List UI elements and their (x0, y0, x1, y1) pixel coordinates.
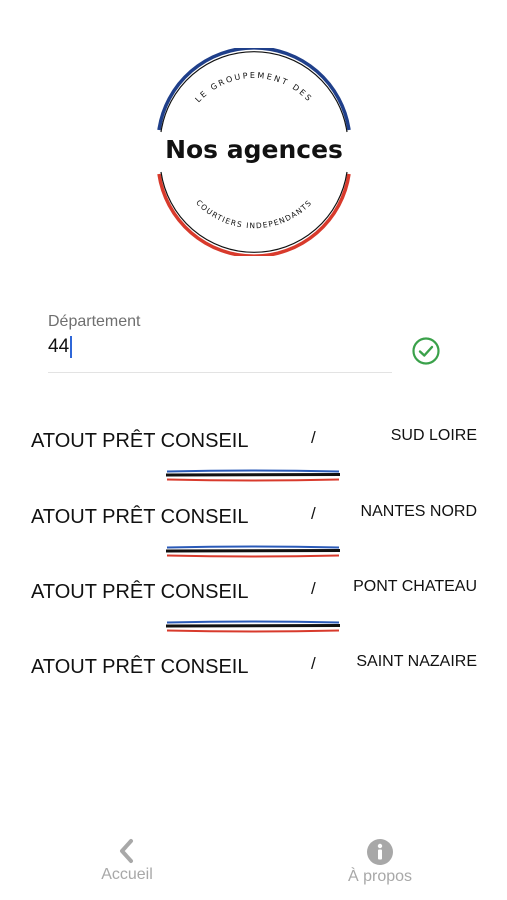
about-tab-button[interactable]: À propos (320, 838, 440, 886)
text-caret (70, 336, 73, 358)
agency-row-saint-nazaire[interactable]: ATOUT PRÊT CONSEIL / SAINT NAZAIRE (0, 646, 507, 686)
agency-row-nantes-nord[interactable]: ATOUT PRÊT CONSEIL / NANTES NORD (0, 496, 507, 536)
department-field[interactable]: Département 44 (48, 313, 392, 359)
about-tab-label: À propos (347, 868, 413, 885)
logo-arc-top-text: LE GROUPEMENT DES (194, 71, 313, 104)
tricolor-divider (165, 469, 341, 482)
info-icon (367, 839, 393, 865)
tricolor-divider (165, 545, 341, 558)
svg-text:COURTIERS INDEPENDANTS: COURTIERS INDEPENDANTS (194, 198, 314, 230)
agency-name: ATOUT PRÊT CONSEIL (31, 656, 249, 678)
brand-logo: LE GROUPEMENT DES COURTIERS INDEPENDANTS… (157, 48, 351, 256)
agency-name: ATOUT PRÊT CONSEIL (31, 581, 249, 603)
agency-name: ATOUT PRÊT CONSEIL (31, 506, 249, 528)
agency-separator: / (311, 504, 316, 523)
agency-separator: / (311, 579, 316, 598)
department-label: Département (48, 313, 141, 330)
agency-location: SUD LOIRE (390, 427, 477, 444)
check-circle-icon (412, 337, 440, 365)
logo-arc-bottom-text: COURTIERS INDEPENDANTS (194, 198, 312, 230)
tricolor-divider (165, 620, 341, 633)
department-value: 44 (48, 336, 70, 357)
agency-location: SAINT NAZAIRE (356, 653, 477, 670)
agency-separator: / (311, 428, 316, 447)
agency-row-sud-loire[interactable]: ATOUT PRÊT CONSEIL / SUD LOIRE (0, 420, 507, 460)
svg-text:LE GROUPEMENT DES: LE GROUPEMENT DES (194, 71, 315, 104)
home-tab-button[interactable]: Accueil (67, 838, 187, 884)
chevron-left-icon (120, 839, 133, 863)
agency-row-pont-chateau[interactable]: ATOUT PRÊT CONSEIL / PONT CHATEAU (0, 571, 507, 611)
home-tab-label: Accueil (101, 866, 153, 883)
logo-title: Nos agences (165, 135, 343, 164)
department-underline (48, 372, 392, 373)
agency-separator: / (311, 654, 316, 673)
agency-location: PONT CHATEAU (353, 578, 477, 595)
agency-name: ATOUT PRÊT CONSEIL (31, 430, 249, 452)
department-input[interactable]: 44 (48, 335, 392, 359)
agency-location: NANTES NORD (360, 503, 477, 520)
